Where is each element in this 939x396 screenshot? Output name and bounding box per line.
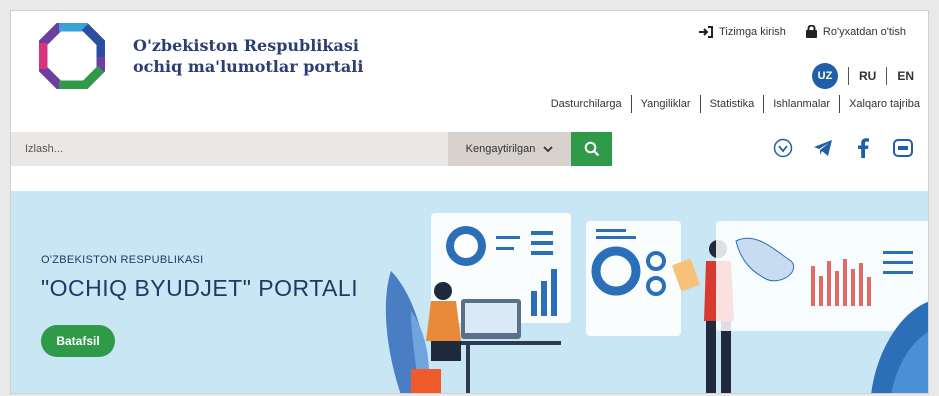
advanced-search-label: Kengaytirilgan [465, 143, 536, 155]
search-button[interactable] [571, 132, 612, 166]
social-links [772, 137, 914, 159]
divider [630, 95, 632, 113]
details-button[interactable]: Batafsil [41, 325, 115, 357]
banner-subtitle: O'ZBEKISTON RESPUBLIKASI [41, 254, 204, 266]
nav-item-statistics[interactable]: Statistika [710, 98, 755, 110]
auth-links: Tizimga kirish Ro'yxatdan o'tish [699, 25, 906, 38]
lock-icon [805, 25, 817, 38]
search-icon [584, 141, 599, 157]
register-link[interactable]: Ro'yxatdan o'tish [805, 25, 906, 38]
register-label: Ro'yxatdan o'tish [822, 25, 906, 38]
login-label: Tizimga kirish [719, 25, 786, 38]
portal-title-line1: O'zbekiston Respublikasi [133, 36, 359, 55]
portal-title-line2: ochiq ma'lumotlar portali [133, 57, 364, 76]
lang-uz-button[interactable]: UZ [811, 63, 838, 89]
banner-illustration [385, 213, 928, 393]
search-input[interactable]: Izlash... [11, 132, 448, 166]
nav-item-international[interactable]: Xalqaro tajriba [849, 98, 920, 110]
nav-item-developments[interactable]: Ishlanmalar [773, 98, 830, 110]
language-switcher: UZ RU EN [811, 63, 914, 89]
main-nav: Dasturchilarga Yangiliklar Statistika Is… [551, 95, 920, 113]
divider [886, 67, 888, 85]
portal-logo[interactable] [39, 23, 105, 89]
lang-en-button[interactable]: EN [897, 69, 914, 83]
telegram-icon[interactable] [812, 137, 834, 159]
login-icon [699, 25, 714, 38]
facebook-icon[interactable] [852, 137, 874, 159]
divider [699, 95, 701, 113]
nav-item-news[interactable]: Yangiliklar [641, 98, 691, 110]
advanced-search-dropdown[interactable]: Kengaytirilgan [448, 132, 571, 166]
hero-banner: O'ZBEKISTON RESPUBLIKASI "OCHIQ BYUDJET"… [11, 191, 928, 393]
nav-item-developers[interactable]: Dasturchilarga [551, 98, 622, 110]
divider [847, 67, 849, 85]
login-link[interactable]: Tizimga kirish [699, 25, 786, 38]
divider [839, 95, 841, 113]
portal-title[interactable]: O'zbekiston Respublikasi ochiq ma'lumotl… [133, 35, 363, 77]
divider [763, 95, 765, 113]
lang-ru-button[interactable]: RU [859, 69, 876, 83]
chevron-down-icon [543, 145, 553, 152]
mail-icon[interactable] [892, 137, 914, 159]
banner-title: "OCHIQ BYUDJET" PORTALI [41, 275, 359, 301]
browser-frame: O'zbekiston Respublikasi ochiq ma'lumotl… [10, 10, 929, 394]
search-placeholder: Izlash... [25, 143, 63, 155]
download-icon[interactable] [772, 137, 794, 159]
